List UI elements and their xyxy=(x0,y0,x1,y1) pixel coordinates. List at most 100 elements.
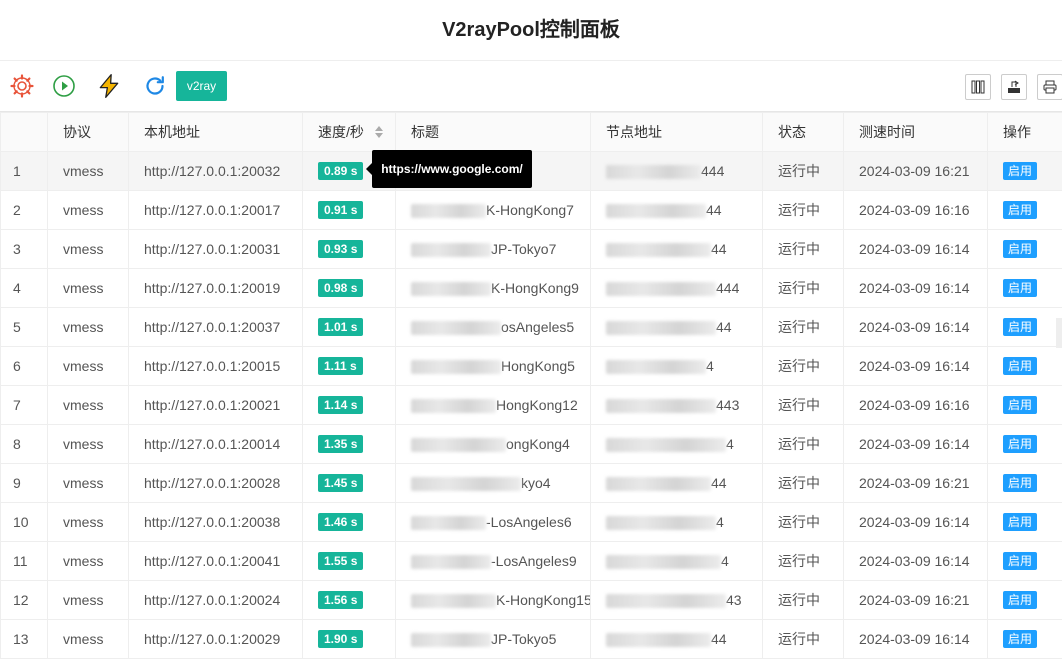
speed-badge[interactable]: 0.91 s xyxy=(318,201,364,219)
header-node-address: 节点地址 xyxy=(590,112,763,152)
speed-badge[interactable]: 0.98 s xyxy=(318,279,364,297)
table-row[interactable]: 3 vmess http://127.0.0.1:20031 0.93 s JP-Tok… xyxy=(0,229,1062,269)
row-status: 运行中 xyxy=(762,619,844,659)
page-title: V2rayPool控制面板 xyxy=(0,0,1062,61)
row-title-text: HongKong5 xyxy=(501,357,575,374)
speed-badge[interactable]: 1.46 s xyxy=(318,513,364,531)
speed-badge[interactable]: 1.11 s xyxy=(318,357,363,375)
row-status: 运行中 xyxy=(762,463,844,503)
enable-button[interactable]: 启用 xyxy=(1003,162,1038,180)
print-icon xyxy=(1043,80,1057,94)
row-node-address: 444 xyxy=(590,151,763,191)
table-row[interactable]: 13 vmess http://127.0.0.1:20029 1.90 s JP-To… xyxy=(0,619,1062,659)
v2ray-button[interactable]: v2ray xyxy=(176,71,227,101)
row-index: 13 xyxy=(0,619,48,659)
redacted-text xyxy=(606,243,711,258)
gear-icon[interactable] xyxy=(9,73,35,99)
enable-button[interactable]: 启用 xyxy=(1003,435,1038,453)
header-protocol: 协议 xyxy=(47,112,129,152)
enable-button[interactable]: 启用 xyxy=(1003,201,1038,219)
sort-icon[interactable] xyxy=(374,125,384,142)
redacted-text xyxy=(606,594,726,609)
table-row[interactable]: 9 vmess http://127.0.0.1:20028 1.45 s kyo4 44… xyxy=(0,463,1062,503)
tooltip: https://www.google.com/ xyxy=(366,150,532,188)
table-row[interactable]: 10 vmess http://127.0.0.1:20038 1.46 s -LosA… xyxy=(0,502,1062,542)
row-test-time: 2024-03-09 16:14 xyxy=(843,424,988,464)
enable-button[interactable]: 启用 xyxy=(1003,591,1038,609)
table-row[interactable]: 7 vmess http://127.0.0.1:20021 1.14 s HongKo… xyxy=(0,385,1062,425)
speed-badge[interactable]: 1.35 s xyxy=(318,435,364,453)
row-speed: 1.90 s xyxy=(302,619,396,659)
row-local-address: http://127.0.0.1:20017 xyxy=(128,190,303,230)
row-action: 启用 xyxy=(987,619,1062,659)
speed-badge[interactable]: 1.14 s xyxy=(318,396,364,414)
row-node-text: 4 xyxy=(721,552,729,569)
table-row[interactable]: 8 vmess http://127.0.0.1:20014 1.35 s ongKon… xyxy=(0,424,1062,464)
lightning-icon[interactable] xyxy=(96,73,122,99)
row-test-time: 2024-03-09 16:21 xyxy=(843,463,988,503)
table-row[interactable]: 4 vmess http://127.0.0.1:20019 0.98 s K-Hong… xyxy=(0,268,1062,308)
row-protocol: vmess xyxy=(47,619,129,659)
refresh-icon[interactable] xyxy=(142,73,168,99)
table-row[interactable]: 12 vmess http://127.0.0.1:20024 1.56 s K-Hon… xyxy=(0,580,1062,620)
enable-button[interactable]: 启用 xyxy=(1003,513,1038,531)
print-button[interactable] xyxy=(1037,74,1062,100)
redacted-text xyxy=(606,204,706,219)
speed-badge[interactable]: 1.45 s xyxy=(318,474,364,492)
header-speed[interactable]: 速度/秒 xyxy=(302,112,396,152)
speed-badge[interactable]: 1.55 s xyxy=(318,552,364,570)
speed-badge[interactable]: 1.90 s xyxy=(318,630,364,648)
columns-button[interactable] xyxy=(965,74,991,100)
row-local-address: http://127.0.0.1:20031 xyxy=(128,229,303,269)
enable-button[interactable]: 启用 xyxy=(1003,240,1038,258)
row-node-address: 4 xyxy=(590,346,763,386)
row-test-time: 2024-03-09 16:14 xyxy=(843,346,988,386)
enable-button[interactable]: 启用 xyxy=(1003,357,1038,375)
table-row[interactable]: 2 vmess http://127.0.0.1:20017 0.91 s K-Hong… xyxy=(0,190,1062,230)
node-table: 协议 本机地址 速度/秒 标题 节点地址 状态 测速时间 操作 1 vmess ht… xyxy=(0,112,1062,659)
speed-badge[interactable]: 1.56 s xyxy=(318,591,364,609)
enable-button[interactable]: 启用 xyxy=(1003,396,1038,414)
play-icon[interactable] xyxy=(51,73,77,99)
row-protocol: vmess xyxy=(47,385,129,425)
row-protocol: vmess xyxy=(47,151,129,191)
row-index: 7 xyxy=(0,385,48,425)
enable-button[interactable]: 启用 xyxy=(1003,318,1038,336)
table-row[interactable]: 5 vmess http://127.0.0.1:20037 1.01 s osAnge… xyxy=(0,307,1062,347)
redacted-text xyxy=(411,204,486,219)
redacted-text xyxy=(411,477,521,492)
speed-badge[interactable]: 0.93 s xyxy=(318,240,364,258)
row-node-text: 444 xyxy=(701,162,725,179)
row-speed: 1.35 s xyxy=(302,424,396,464)
row-index: 10 xyxy=(0,502,48,542)
row-test-time: 2024-03-09 16:14 xyxy=(843,229,988,269)
header-title: 标题 xyxy=(395,112,591,152)
row-node-text: 443 xyxy=(716,396,740,413)
enable-button[interactable]: 启用 xyxy=(1003,630,1038,648)
row-speed: 1.56 s xyxy=(302,580,396,620)
row-protocol: vmess xyxy=(47,346,129,386)
row-title-text: -LosAngeles9 xyxy=(491,552,577,569)
redacted-text xyxy=(606,516,716,531)
scrollbar[interactable] xyxy=(1056,318,1062,348)
speed-badge[interactable]: 1.01 s xyxy=(318,318,364,336)
row-status: 运行中 xyxy=(762,151,844,191)
row-node-text: 4 xyxy=(706,357,714,374)
export-button[interactable] xyxy=(1001,74,1027,100)
row-speed: 1.14 s xyxy=(302,385,396,425)
enable-button[interactable]: 启用 xyxy=(1003,474,1038,492)
row-title: ongKong4 xyxy=(395,424,591,464)
speed-badge[interactable]: 0.89 s xyxy=(318,162,364,180)
redacted-text xyxy=(411,516,486,531)
enable-button[interactable]: 启用 xyxy=(1003,552,1038,570)
table-header-row: 协议 本机地址 速度/秒 标题 节点地址 状态 测速时间 操作 xyxy=(0,112,1062,152)
enable-button[interactable]: 启用 xyxy=(1003,279,1038,297)
row-protocol: vmess xyxy=(47,229,129,269)
row-index: 3 xyxy=(0,229,48,269)
row-local-address: http://127.0.0.1:20028 xyxy=(128,463,303,503)
row-title-text: JP-Tokyo5 xyxy=(491,630,557,647)
row-title-text: JP-Tokyo7 xyxy=(491,240,557,257)
table-row[interactable]: 11 vmess http://127.0.0.1:20041 1.55 s -LosA… xyxy=(0,541,1062,581)
row-status: 运行中 xyxy=(762,541,844,581)
table-row[interactable]: 6 vmess http://127.0.0.1:20015 1.11 s HongKo… xyxy=(0,346,1062,386)
